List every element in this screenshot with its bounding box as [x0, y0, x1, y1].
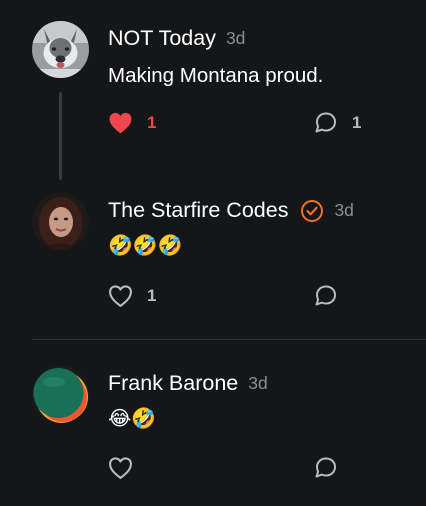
verified-badge	[300, 199, 324, 223]
like-button[interactable]: 1	[108, 111, 156, 135]
author-name[interactable]: NOT Today	[108, 26, 216, 51]
timestamp: 3d	[248, 373, 268, 393]
reply-button[interactable]: 1	[313, 111, 361, 135]
like-button[interactable]	[108, 456, 133, 480]
avatar[interactable]	[32, 366, 89, 423]
thread-connector-line	[59, 92, 62, 180]
author-name[interactable]: Frank Barone	[108, 371, 238, 396]
comment-header: The Starfire Codes 3d	[108, 198, 354, 223]
reply-count: 1	[352, 113, 362, 132]
divider	[32, 339, 426, 340]
speech-bubble-icon	[315, 457, 336, 478]
speech-bubble-icon	[315, 112, 336, 133]
reply-button[interactable]	[313, 456, 338, 480]
check-circle-icon	[301, 199, 324, 222]
comment-text: 😂🤣	[108, 406, 157, 430]
logo-avatar-image	[32, 366, 89, 423]
like-count: 1	[147, 286, 157, 305]
like-count: 1	[147, 113, 157, 132]
avatar[interactable]	[32, 193, 89, 250]
comment-header: Frank Barone 3d	[108, 371, 268, 396]
author-name[interactable]: The Starfire Codes	[108, 198, 288, 223]
comment-text: 🤣🤣🤣	[108, 233, 183, 257]
comment-header: NOT Today 3d	[108, 26, 245, 51]
heart-icon	[109, 285, 132, 307]
speech-bubble-icon	[315, 285, 336, 306]
like-button[interactable]: 1	[108, 284, 156, 308]
heart-icon	[109, 457, 132, 479]
heart-icon	[109, 112, 132, 134]
woman-avatar-image	[32, 193, 89, 250]
avatar[interactable]	[32, 21, 89, 78]
reply-button[interactable]	[313, 284, 338, 308]
timestamp: 3d	[225, 28, 246, 48]
timestamp: 3d	[334, 200, 354, 220]
wolf-avatar-image	[32, 21, 89, 78]
comments-thread: { "comments": [ { "author": "NOT Today",…	[0, 0, 426, 506]
comment-text: Making Montana proud.	[108, 64, 324, 87]
